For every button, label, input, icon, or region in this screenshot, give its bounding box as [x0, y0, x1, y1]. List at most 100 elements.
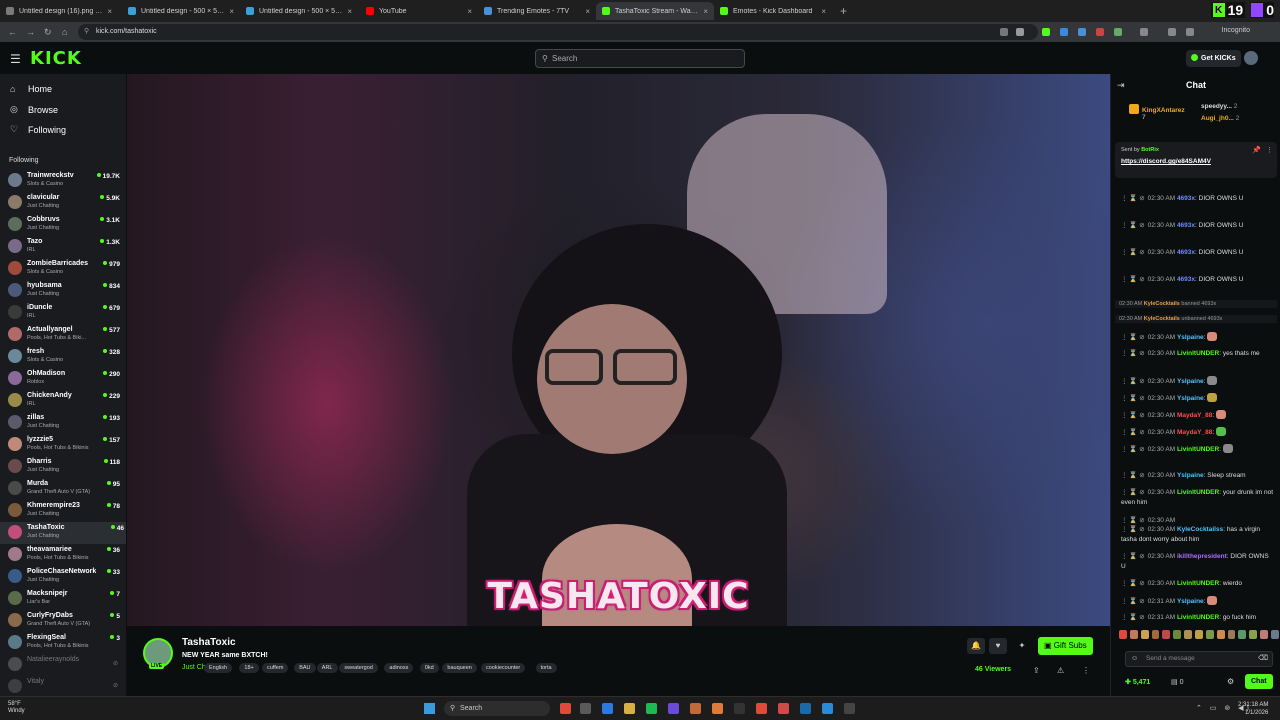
- stream-tag[interactable]: ARL: [316, 663, 338, 673]
- weather-widget[interactable]: 58°F Windy: [8, 701, 25, 715]
- nav-home[interactable]: ⌂ Home: [10, 84, 52, 94]
- quick-emote-icon[interactable]: [1129, 630, 1138, 639]
- discord-icon[interactable]: [668, 703, 679, 714]
- followed-channel[interactable]: Natalieeraynolds ⊘: [8, 654, 122, 676]
- browser-tab[interactable]: Untitled design - 500 × 500px ×: [240, 2, 358, 20]
- chat-username[interactable]: LivinItUNDER: [1177, 489, 1219, 496]
- followed-channel[interactable]: hyubsama Just Chatting 834: [8, 280, 122, 302]
- chat-username[interactable]: Yslpaine: [1177, 598, 1204, 605]
- quick-emote-icon[interactable]: [1227, 630, 1236, 639]
- mod-actions-icon[interactable]: ⋮ ⌛ ⊘: [1121, 614, 1145, 621]
- nav-following[interactable]: ♡ Following: [10, 124, 66, 135]
- mod-actions-icon[interactable]: ⋮ ⌛ ⊘: [1121, 334, 1145, 341]
- send-chat-button[interactable]: Chat: [1245, 674, 1273, 689]
- gifter-item[interactable]: Augi_jh0... 2: [1201, 115, 1239, 122]
- quick-emote-icon[interactable]: [1205, 630, 1214, 639]
- home-browser-icon[interactable]: ⌂: [62, 27, 72, 37]
- extension-icon[interactable]: [1042, 28, 1050, 36]
- quick-emote-icon[interactable]: [1260, 630, 1269, 639]
- browser-tab[interactable]: Untitled design - 500 × 500px ×: [122, 2, 240, 20]
- mod-actions-icon[interactable]: ⋮ ⌛ ⊘: [1121, 276, 1145, 283]
- chat-username[interactable]: LivinItUNDER: [1177, 614, 1219, 621]
- pinned-link[interactable]: https://discord.gg/e84SAM4V: [1121, 158, 1211, 165]
- eye-off-icon[interactable]: [1000, 28, 1008, 36]
- chat-message[interactable]: ⋮ ⌛ ⊘ 02:30 AM Yslpaine:: [1121, 376, 1275, 387]
- spotify-icon[interactable]: [646, 703, 657, 714]
- gift-icon[interactable]: ✦: [1013, 638, 1031, 654]
- quick-emote-icon[interactable]: [1119, 630, 1127, 639]
- emote-picker-icon[interactable]: ☺: [1131, 652, 1138, 666]
- browser-tab[interactable]: Trending Emotes - 7TV ×: [478, 2, 596, 20]
- mod-actions-icon[interactable]: ⋮ ⌛ ⊘: [1121, 350, 1145, 357]
- chat-message[interactable]: ⋮ ⌛ ⊘ 02:30 AM 4693x: DIOR OWNS U: [1121, 221, 1275, 231]
- mod-actions-icon[interactable]: ⋮ ⌛ ⊘: [1121, 526, 1145, 533]
- close-tab-icon[interactable]: ×: [821, 7, 826, 16]
- chat-message[interactable]: ⋮ ⌛ ⊘ 02:30 AM MaydaY_88:: [1121, 410, 1275, 421]
- followed-channel[interactable]: Macksnipejr Liar's Bar 7: [8, 588, 122, 610]
- app-icon[interactable]: [822, 703, 833, 714]
- mod-actions-icon[interactable]: ⋮ ⌛ ⊘: [1121, 553, 1145, 560]
- followed-channel[interactable]: iDuncle IRL 679: [8, 302, 122, 324]
- menu-icon[interactable]: ☰: [10, 52, 21, 66]
- nav-browse[interactable]: ◎ Browse: [10, 104, 58, 115]
- taskbar-clock[interactable]: 2:31:18 AM 1/1/2026: [1238, 701, 1268, 717]
- edge-icon[interactable]: [602, 703, 613, 714]
- more-options-icon[interactable]: ⋮: [1082, 666, 1090, 675]
- chat-message[interactable]: ⋮ ⌛ ⊘ 02:31 AM Yslpaine:: [1121, 596, 1275, 607]
- mod-actions-icon[interactable]: ⋮ ⌛ ⊘: [1121, 446, 1145, 453]
- app-icon[interactable]: [778, 703, 789, 714]
- mod-actions-icon[interactable]: ⋮ ⌛ ⊘: [1121, 395, 1145, 402]
- browser-tab[interactable]: Emotes - Kick Dashboard ×: [714, 2, 832, 20]
- chat-messages[interactable]: ⋮ ⌛ ⊘ 02:30 AM 4693x: DIOR OWNS U ⋮ ⌛ ⊘ 02:…: [1111, 182, 1280, 626]
- app-icon[interactable]: [690, 703, 701, 714]
- app-icon[interactable]: [844, 703, 855, 714]
- quick-emote-icon[interactable]: [1151, 630, 1160, 639]
- extension-icon[interactable]: [1078, 28, 1086, 36]
- chat-message[interactable]: ⋮ ⌛ ⊘ 02:30 AM LivinItUNDER: your drunk i…: [1121, 488, 1275, 508]
- brave-icon[interactable]: [756, 703, 767, 714]
- back-icon[interactable]: ←: [8, 27, 18, 37]
- mod-actions-icon[interactable]: ⋮ ⌛ ⊘: [1121, 472, 1145, 479]
- followed-channel[interactable]: clavicular Just Chatting 5.9K: [8, 192, 122, 214]
- send-emote-icon[interactable]: ⌫: [1258, 652, 1268, 666]
- mod-actions-icon[interactable]: ⋮ ⌛ ⊘: [1121, 489, 1145, 496]
- chat-username[interactable]: 4693x: [1177, 249, 1195, 256]
- chat-message[interactable]: ⋮ ⌛ ⊘ 02:30 AM LivinItUNDER:: [1121, 444, 1275, 455]
- followed-channel[interactable]: ChickenAndy IRL 229: [8, 390, 122, 412]
- chat-message[interactable]: ⋮ ⌛ ⊘ 02:30 AM Yslpaine:: [1121, 393, 1275, 404]
- more-options-icon[interactable]: ⋮: [1266, 146, 1273, 154]
- chat-message[interactable]: ⋮ ⌛ ⊘ 02:30 AM Yslpaine:: [1121, 332, 1275, 343]
- stream-tag[interactable]: torta: [535, 663, 557, 673]
- sidepanel-icon[interactable]: [1186, 28, 1194, 36]
- download-icon[interactable]: [1168, 28, 1176, 36]
- close-tab-icon[interactable]: ×: [703, 7, 708, 16]
- steam-icon[interactable]: [800, 703, 811, 714]
- pin-icon[interactable]: 📌: [1252, 146, 1261, 154]
- kick-logo[interactable]: KICK: [30, 48, 82, 69]
- taskbar-search[interactable]: ⚲ Search: [444, 701, 550, 716]
- followed-channel[interactable]: ZombieBarricades Slots & Casino 979: [8, 258, 122, 280]
- chat-username[interactable]: KyleCocktailss: [1177, 526, 1223, 533]
- mod-actions-icon[interactable]: ⋮ ⌛ ⊘: [1121, 580, 1145, 587]
- chat-username[interactable]: 4693x: [1177, 276, 1195, 283]
- quick-emote-icon[interactable]: [1173, 630, 1182, 639]
- quick-emote-icon[interactable]: [1140, 630, 1149, 639]
- incognito-label[interactable]: Incognito: [1222, 27, 1250, 34]
- chat-message[interactable]: ⋮ ⌛ ⊘ 02:31 AM LivinItUNDER: go fuck him: [1121, 613, 1275, 623]
- followed-channel[interactable]: theavamariee Pools, Hot Tubs & Bikinis 36: [8, 544, 122, 566]
- chat-username[interactable]: ikillthepresident: [1177, 553, 1227, 560]
- chat-message[interactable]: ⋮ ⌛ ⊘ 02:30 AM LivinItUNDER: wierdo: [1121, 579, 1275, 589]
- followed-channel[interactable]: CurlyFryDabs Grand Theft Auto V (GTA) 5: [8, 610, 122, 632]
- stream-tag[interactable]: cuffem: [262, 663, 289, 673]
- chat-username[interactable]: LivinItUNDER: [1177, 350, 1219, 357]
- chat-username[interactable]: Yslpaine: [1177, 334, 1204, 341]
- chat-message[interactable]: ⋮ ⌛ ⊘ 02:30 AM LivinItUNDER: yes thats me: [1121, 349, 1275, 359]
- followed-channel[interactable]: Khmerempire23 Just Chatting 78: [8, 500, 122, 522]
- followed-channel[interactable]: zillas Just Chatting 193: [8, 412, 122, 434]
- url-field[interactable]: ⚲ kick.com/tashatoxic: [78, 24, 1038, 40]
- followed-channel[interactable]: OhMadison Roblox 290: [8, 368, 122, 390]
- browser-tab[interactable]: Untitled design (16).png - Ani... ×: [0, 2, 118, 20]
- followed-channel[interactable]: FlexingSeal Pools, Hot Tubs & Bikinis 3: [8, 632, 122, 654]
- quick-emote-icon[interactable]: [1162, 630, 1171, 639]
- chat-input[interactable]: ☺ Send a message ⌫: [1125, 651, 1273, 667]
